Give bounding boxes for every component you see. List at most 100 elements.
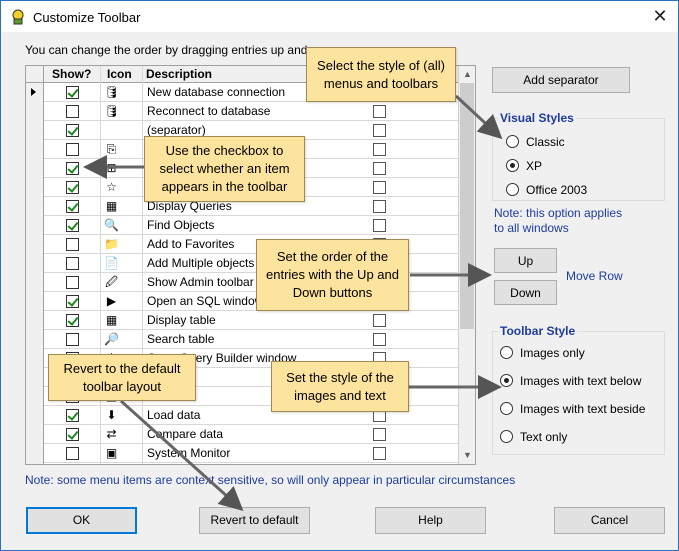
admin-icon: 🖉 (105, 275, 118, 289)
search-table-icon: 🔎 (104, 332, 119, 346)
row-description: Reconnect to database (147, 104, 271, 118)
row-selector-header (26, 66, 44, 82)
row-selector[interactable] (26, 159, 44, 178)
show-checkbox[interactable] (66, 162, 79, 175)
table-row[interactable]: ▣ System Monitor (26, 444, 458, 463)
scroll-up-icon[interactable]: ▲ (459, 66, 475, 83)
show-checkbox[interactable] (66, 333, 79, 346)
row-description: (separator) (147, 123, 206, 137)
radio-button[interactable] (500, 374, 513, 387)
row-option-checkbox[interactable] (373, 333, 386, 346)
show-checkbox[interactable] (66, 124, 79, 137)
show-checkbox[interactable] (66, 86, 79, 99)
show-checkbox[interactable] (66, 219, 79, 232)
radio-button[interactable] (500, 402, 513, 415)
row-selector[interactable] (26, 463, 44, 464)
add-separator-button[interactable]: Add separator (492, 67, 630, 93)
row-description: Load data (147, 408, 201, 422)
row-selector[interactable] (26, 83, 44, 102)
radio-label: Images with text beside (520, 402, 646, 416)
table-row[interactable]: 🔍 Find Objects (26, 216, 458, 235)
show-checkbox[interactable] (66, 238, 79, 251)
row-selector[interactable] (26, 292, 44, 311)
row-selector[interactable] (26, 368, 44, 387)
show-checkbox[interactable] (66, 200, 79, 213)
row-option-checkbox[interactable] (373, 143, 386, 156)
row-selector[interactable] (26, 349, 44, 368)
show-checkbox[interactable] (66, 143, 79, 156)
row-description: Search table (147, 332, 215, 346)
row-selector[interactable] (26, 235, 44, 254)
database-reconnect-icon: 🛢 (104, 104, 120, 118)
load-data-icon: ⬇ (106, 408, 117, 422)
down-button[interactable]: Down (494, 280, 557, 305)
row-description: Open an SQL window (147, 294, 264, 308)
row-selector[interactable] (26, 444, 44, 463)
show-checkbox[interactable] (66, 295, 79, 308)
table-row[interactable]: 🛢 Reconnect to database (26, 102, 458, 121)
row-option-checkbox[interactable] (373, 447, 386, 460)
row-selector[interactable] (26, 197, 44, 216)
row-selector[interactable] (26, 425, 44, 444)
up-button[interactable]: Up (494, 248, 557, 273)
row-selector[interactable] (26, 273, 44, 292)
scroll-down-icon[interactable]: ▼ (459, 447, 475, 464)
row-selector[interactable] (26, 178, 44, 197)
row-option-checkbox[interactable] (373, 428, 386, 441)
row-selector[interactable] (26, 311, 44, 330)
row-description: System Monitor (147, 446, 231, 460)
footer-note: Note: some menu items are context sensit… (25, 473, 516, 487)
row-option-checkbox[interactable] (373, 314, 386, 327)
show-checkbox[interactable] (66, 257, 79, 270)
radio-label: Classic (526, 135, 565, 149)
table-row[interactable]: 🔎 Search table (26, 330, 458, 349)
row-option-checkbox[interactable] (373, 181, 386, 194)
row-option-checkbox[interactable] (373, 105, 386, 118)
show-checkbox[interactable] (66, 314, 79, 327)
radio-button[interactable] (506, 135, 519, 148)
radio-button[interactable] (500, 346, 513, 359)
row-selector[interactable] (26, 140, 44, 159)
radio-button[interactable] (500, 430, 513, 443)
revert-to-default-button[interactable]: Revert to default (199, 507, 310, 534)
row-option-checkbox[interactable] (373, 219, 386, 232)
table-row[interactable]: ▦ Display table (26, 311, 458, 330)
show-checkbox[interactable] (66, 447, 79, 460)
table-row[interactable]: ⇄ Compare data (26, 425, 458, 444)
radio-label: Text only (520, 430, 568, 444)
row-selector[interactable] (26, 387, 44, 406)
cancel-button[interactable]: Cancel (554, 507, 665, 534)
help-button[interactable]: Help (375, 507, 486, 534)
compare-icon: ⇄ (106, 427, 117, 441)
close-icon[interactable]: ✕ (650, 6, 670, 26)
row-selector[interactable] (26, 330, 44, 349)
column-header-show[interactable]: Show? (52, 67, 91, 81)
column-header-icon[interactable]: Icon (107, 67, 132, 81)
show-checkbox[interactable] (66, 105, 79, 118)
visual-styles-note-line2: to all windows (494, 221, 569, 235)
show-checkbox[interactable] (66, 409, 79, 422)
row-selector[interactable] (26, 121, 44, 140)
show-checkbox[interactable] (66, 276, 79, 289)
row-selector[interactable] (26, 102, 44, 121)
vertical-scrollbar[interactable]: ▲ ▼ (458, 66, 475, 464)
radio-button[interactable] (506, 159, 519, 172)
row-option-checkbox[interactable] (373, 124, 386, 137)
radio-button[interactable] (506, 183, 519, 196)
ok-button[interactable]: OK (26, 507, 137, 534)
scroll-thumb[interactable] (460, 83, 474, 329)
row-selector[interactable] (26, 254, 44, 273)
row-selector[interactable] (26, 216, 44, 235)
column-header-description[interactable]: Description (146, 67, 212, 81)
current-row-arrow-icon (31, 88, 36, 96)
row-selector[interactable] (26, 406, 44, 425)
table-row[interactable]: ● (26, 463, 458, 464)
callout-order: Set the order of the entries with the Up… (256, 239, 409, 311)
show-checkbox[interactable] (66, 181, 79, 194)
radio-label: Images only (520, 346, 585, 360)
toolbar-style-label: Toolbar Style (498, 324, 578, 338)
row-option-checkbox[interactable] (373, 200, 386, 213)
row-option-checkbox[interactable] (373, 162, 386, 175)
copy-icon: ⎘ (106, 142, 117, 156)
show-checkbox[interactable] (66, 428, 79, 441)
